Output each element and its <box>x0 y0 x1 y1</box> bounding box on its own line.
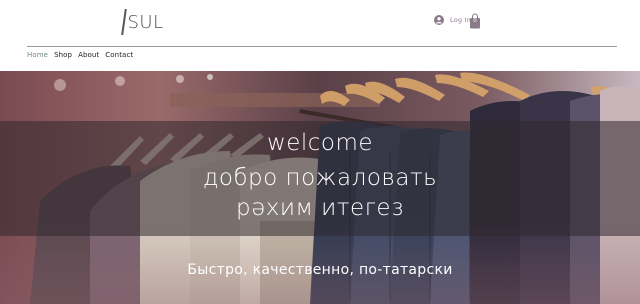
nav-item-about[interactable]: About <box>78 51 99 59</box>
nav-item-home[interactable]: Home <box>27 51 48 59</box>
welcome-heading-en: welcome <box>266 130 374 156</box>
welcome-heading-ru: добро пожаловать <box>202 165 438 191</box>
site-logo[interactable]: SUL <box>121 8 164 36</box>
main-nav: Home Shop About Contact <box>27 51 133 59</box>
login-button[interactable]: Log In <box>434 15 471 25</box>
nav-item-shop[interactable]: Shop <box>54 51 72 59</box>
cart-button[interactable]: 0 <box>469 13 481 29</box>
nav-item-contact[interactable]: Contact <box>105 51 133 59</box>
logo-slash-mark <box>121 9 127 35</box>
login-label: Log In <box>450 16 471 24</box>
site-header: SUL Log In 0 Home Shop About Contact <box>0 0 640 71</box>
welcome-heading-tt: рәхим итегез <box>236 195 404 221</box>
hero-tagline: Быстро, качественно, по-татарски <box>187 262 453 278</box>
cart-count: 0 <box>473 18 477 24</box>
logo-text: SUL <box>127 11 164 33</box>
user-avatar-icon <box>434 15 444 25</box>
hero-section: welcome добро пожаловать рәхим итегез Бы… <box>0 71 640 304</box>
header-divider <box>27 46 617 47</box>
